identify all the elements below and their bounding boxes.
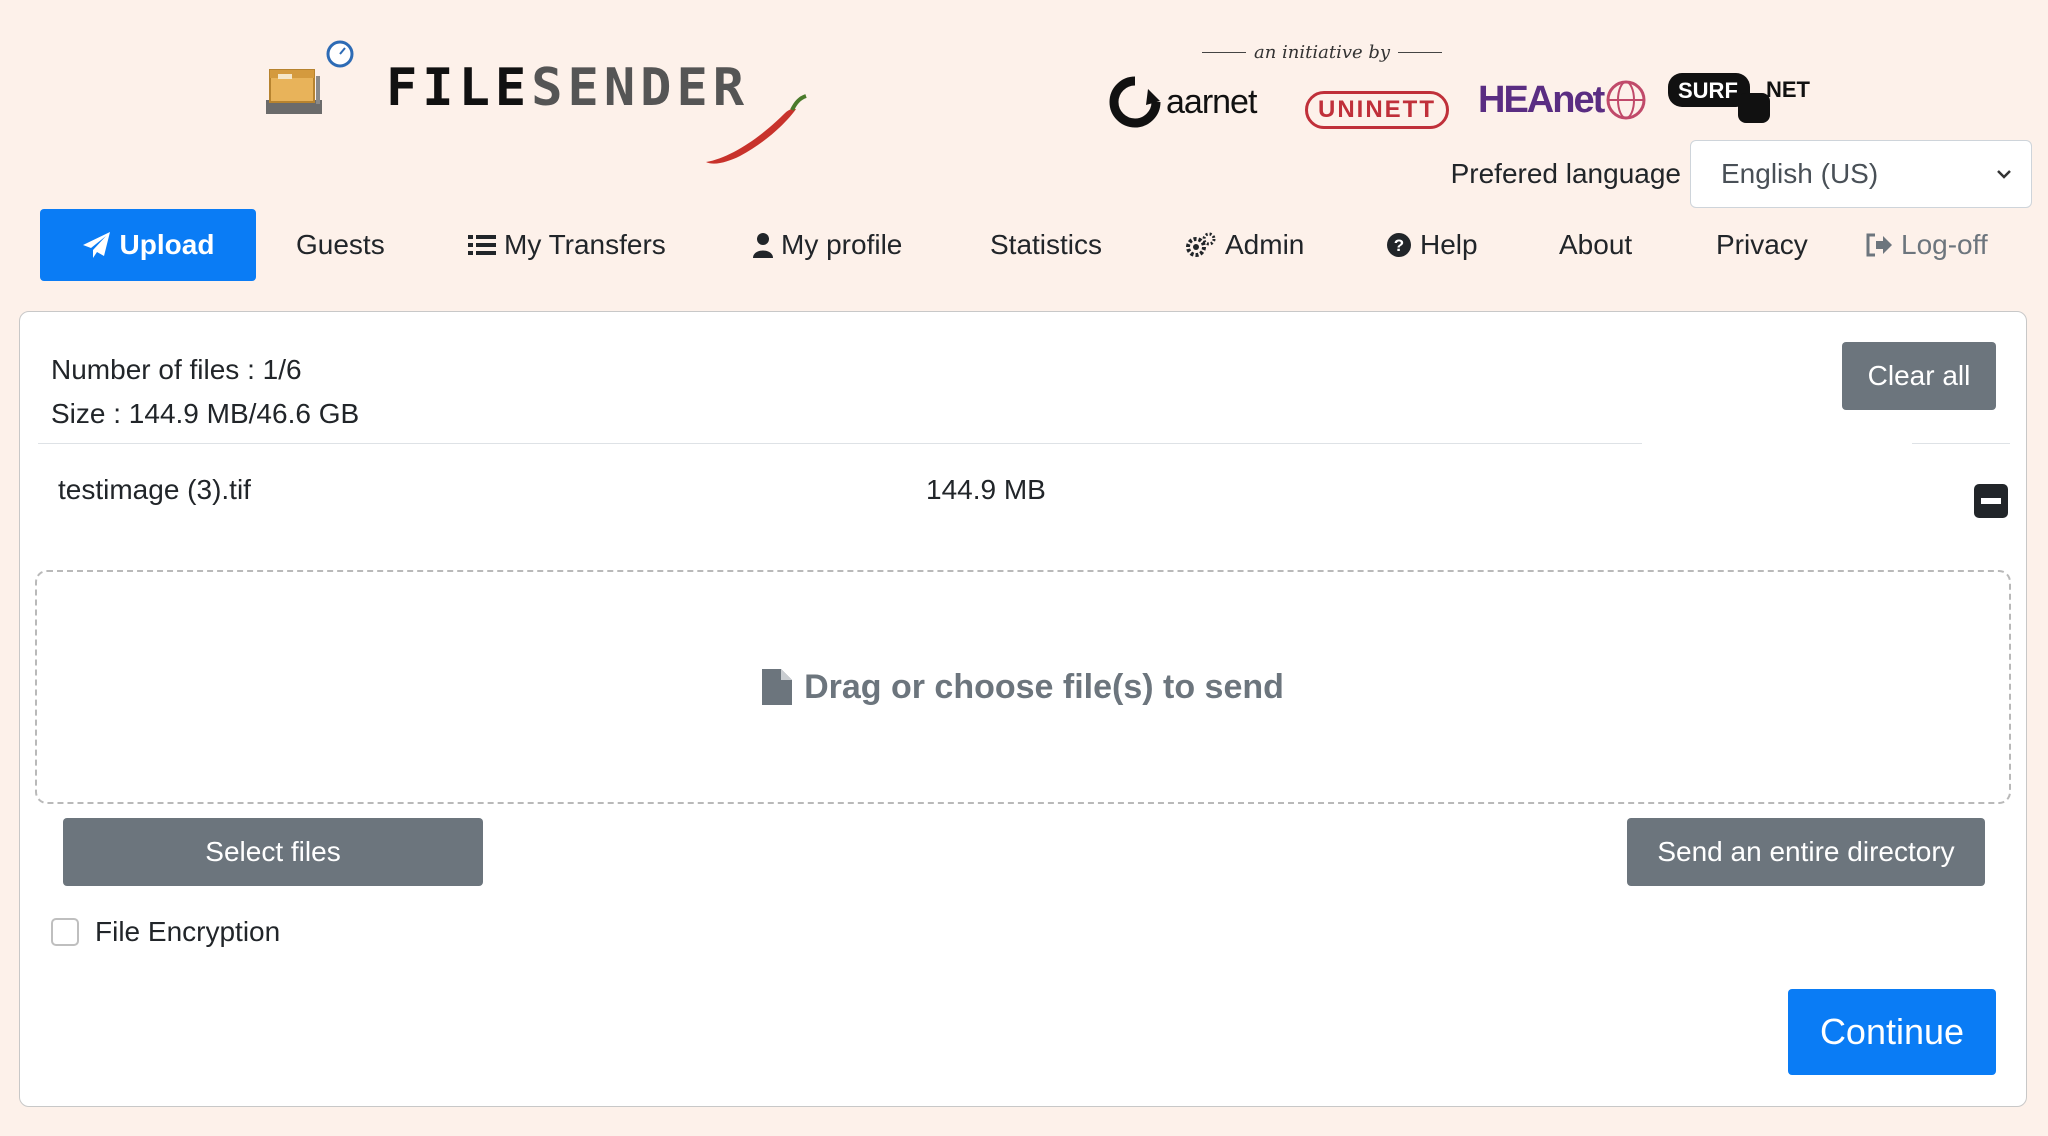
dropzone-text: Drag or choose file(s) to send <box>804 667 1284 706</box>
file-list-item: testimage (3).tif 144.9 MB <box>38 444 2010 534</box>
language-select[interactable]: English (US) <box>1690 140 2032 208</box>
nav-guests[interactable]: Guests <box>296 209 385 281</box>
sign-out-icon <box>1866 233 1892 257</box>
file-name: testimage (3).tif <box>58 474 251 505</box>
logo-wordmark: FILE SENDER <box>386 58 749 118</box>
chevron-down-icon <box>1997 170 2011 179</box>
nav-my-profile[interactable]: My profile <box>753 209 902 281</box>
chili-pepper-icon <box>706 94 807 164</box>
send-directory-button[interactable]: Send an entire directory <box>1627 818 1985 886</box>
nav-about[interactable]: About <box>1559 209 1632 281</box>
file-icon <box>762 669 793 705</box>
partner-logos: an initiative by aarnet UNINETT HEAnet S… <box>1100 40 1830 140</box>
select-files-button[interactable]: Select files <box>63 818 483 886</box>
nav-my-transfers[interactable]: My Transfers <box>468 209 666 281</box>
file-encryption-option[interactable]: File Encryption <box>51 916 280 948</box>
remove-file-icon[interactable] <box>1974 484 2008 518</box>
language-label: Prefered language <box>1450 158 1681 189</box>
aarnet-swirl-icon <box>1109 76 1161 128</box>
surfnet-logo[interactable]: SURF NET <box>1668 68 1818 128</box>
list-icon <box>468 235 496 255</box>
heanet-globe-icon <box>1606 80 1646 120</box>
total-size: Size : 144.9 MB/46.6 GB <box>51 398 360 429</box>
upload-summary: Number of files : 1/6 Size : 144.9 MB/46… <box>51 348 359 436</box>
file-encryption-label: File Encryption <box>95 916 281 947</box>
nav-statistics[interactable]: Statistics <box>990 209 1102 281</box>
nav-upload[interactable]: Upload <box>40 209 256 281</box>
svg-text:?: ? <box>1394 236 1404 255</box>
main-nav: Upload Guests My Transfers My profile St… <box>40 209 2020 281</box>
continue-button[interactable]: Continue <box>1788 989 1996 1075</box>
upload-card: Number of files : 1/6 Size : 144.9 MB/46… <box>19 311 2027 1107</box>
nav-help[interactable]: ? Help <box>1386 209 1478 281</box>
file-size: 144.9 MB <box>926 474 1046 505</box>
number-of-files: Number of files : 1/6 <box>51 354 302 385</box>
scale-dial-icon <box>326 40 354 68</box>
nav-privacy[interactable]: Privacy <box>1716 209 1808 281</box>
file-dropzone[interactable]: Drag or choose file(s) to send <box>35 570 2011 804</box>
nav-log-off[interactable]: Log-off <box>1865 209 1988 281</box>
gears-icon <box>1186 232 1216 257</box>
initiative-caption: an initiative by <box>1202 42 1443 63</box>
aarnet-logo[interactable]: aarnet <box>1108 72 1257 132</box>
logo-text-file: FILE <box>386 58 532 118</box>
clear-all-button[interactable]: Clear all <box>1842 342 1996 410</box>
uninett-logo[interactable]: UNINETT <box>1305 80 1449 140</box>
nav-admin[interactable]: Admin <box>1185 209 1304 281</box>
language-selected-value: English (US) <box>1721 158 1879 189</box>
heanet-logo[interactable]: HEAnet <box>1478 70 1649 130</box>
question-circle-icon: ? <box>1387 233 1411 257</box>
user-icon <box>753 233 773 258</box>
surf-label: SURF <box>1678 78 1738 103</box>
file-encryption-checkbox[interactable] <box>51 918 79 946</box>
surfnet-badge-icon: SURF NET <box>1668 73 1811 123</box>
filesender-logo[interactable]: FILE SENDER <box>250 34 810 164</box>
net-label: NET <box>1766 77 1811 102</box>
paper-plane-icon <box>82 232 110 258</box>
package-scale-icon <box>266 69 322 114</box>
